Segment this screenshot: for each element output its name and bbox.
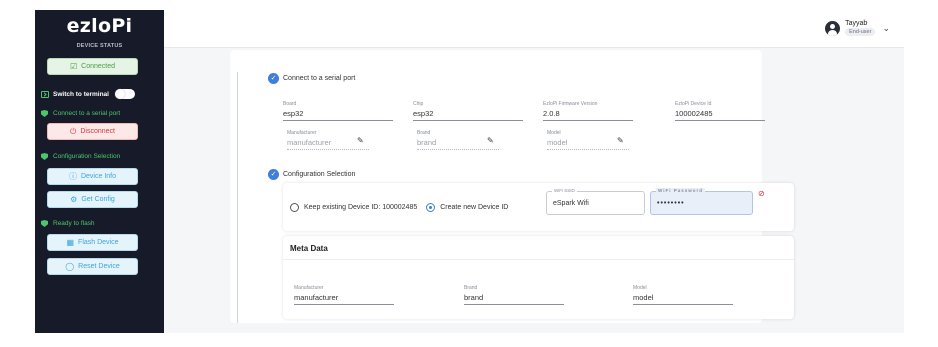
- manufacturer-field-label: Manufacturer: [287, 130, 317, 136]
- get-config-label: Get Config: [81, 196, 115, 203]
- device-status-heading: DEVICE STATUS: [76, 43, 123, 49]
- flash-device-button[interactable]: ▦ Flash Device: [47, 234, 138, 251]
- shield-check-icon: [41, 110, 48, 117]
- edit-pencil-icon[interactable]: ✎: [487, 136, 494, 145]
- device-info-label: Device Info: [80, 173, 117, 180]
- connected-status-button[interactable]: ☑ Connected: [47, 58, 138, 75]
- disconnect-label: Disconnect: [80, 128, 115, 135]
- sidebar: ezloPi DEVICE STATUS ☑ Connected Switch …: [35, 10, 164, 333]
- device-id-field: 100002485: [675, 109, 765, 121]
- switch-to-terminal-row: Switch to terminal: [41, 89, 135, 99]
- power-icon: ⏻: [70, 126, 77, 136]
- chip-field-label: Chip: [413, 101, 424, 107]
- terminal-icon: [41, 90, 49, 98]
- create-new-radio[interactable]: [426, 203, 436, 212]
- user-info: Tayyab End-user: [845, 20, 876, 36]
- board-field: esp32: [283, 109, 393, 121]
- shield-check-icon: [41, 220, 48, 227]
- wifi-ssid-value: eSpark Wifi: [553, 200, 589, 207]
- wifi-ssid-input[interactable]: WiFi SSID eSpark Wifi: [546, 188, 645, 215]
- step-connect-check-icon: ✓: [268, 73, 279, 84]
- top-bar: Tayyab End-user ⌄: [164, 10, 904, 48]
- step-connect-title: Connect to a serial port: [283, 75, 356, 82]
- gear-icon: ⚙: [70, 194, 78, 204]
- create-new-label: Create new Device ID: [440, 204, 509, 211]
- section-connect-serial: Connect to a serial port: [41, 110, 120, 117]
- chip-field: esp32: [413, 109, 523, 121]
- meta-data-divider: [283, 259, 794, 260]
- app-logo: ezloPi: [66, 15, 133, 37]
- connect-serial-label: Connect to a serial port: [53, 110, 121, 117]
- brand-field-label: Brand: [417, 130, 431, 136]
- keep-existing-radio[interactable]: [290, 203, 299, 212]
- edit-pencil-icon[interactable]: ✎: [357, 136, 364, 145]
- meta-data-card: [283, 236, 794, 319]
- user-name: Tayyab: [845, 20, 868, 27]
- check-circle-icon: ☑: [69, 61, 78, 71]
- firmware-field: 2.0.8: [543, 109, 633, 121]
- step-config-check-icon: ✓: [268, 169, 279, 180]
- shield-check-icon: [41, 153, 48, 160]
- wifi-password-value: ••••••••: [657, 200, 685, 207]
- switch-to-terminal-label: Switch to terminal: [53, 90, 109, 98]
- meta-manufacturer-label: Manufacturer: [294, 285, 324, 291]
- step-config-title: Configuration Selection: [283, 171, 356, 178]
- chevron-down-icon[interactable]: ⌄: [882, 23, 890, 34]
- keep-existing-label: Keep existing Device ID: 100002485: [304, 204, 418, 211]
- edit-pencil-icon[interactable]: ✎: [617, 136, 624, 145]
- wifi-password-input[interactable]: WiFi Password ••••••••: [650, 188, 753, 215]
- avatar: [825, 20, 841, 36]
- section-ready-flash: Ready to flash: [41, 220, 95, 227]
- wifi-ssid-label: WiFi SSID: [552, 188, 577, 193]
- info-icon: ⓘ: [68, 171, 77, 181]
- reset-device-button[interactable]: ◯ Reset Device: [47, 258, 138, 275]
- meta-data-title: Meta Data: [290, 244, 328, 253]
- reset-device-label: Reset Device: [78, 263, 120, 270]
- section-configuration: Configuration Selection: [41, 153, 120, 160]
- toggle-knob: [114, 89, 125, 99]
- stepper-connector-line: [237, 72, 238, 323]
- config-selection-label: Configuration Selection: [53, 153, 121, 160]
- wifi-password-label: WiFi Password: [656, 188, 705, 193]
- model-field-label: Model: [547, 130, 561, 136]
- meta-model-label: Model: [633, 285, 647, 291]
- meta-brand-input[interactable]: brand: [464, 293, 564, 305]
- eye-slash-icon[interactable]: ⊘: [758, 189, 765, 198]
- device-id-field-label: EzloPi Device Id: [675, 101, 712, 107]
- meta-model-input[interactable]: model: [633, 293, 733, 305]
- device-id-options: Keep existing Device ID: 100002485 Creat…: [255, 203, 508, 212]
- meta-manufacturer-input[interactable]: manufacturer: [294, 293, 394, 305]
- board-field-label: Board: [283, 101, 297, 107]
- user-role-badge: End-user: [845, 28, 876, 36]
- terminal-toggle[interactable]: [114, 89, 135, 99]
- flash-device-label: Flash Device: [78, 239, 119, 246]
- meta-brand-label: Brand: [464, 285, 478, 291]
- reset-icon: ◯: [65, 261, 75, 271]
- ready-flash-label: Ready to flash: [53, 220, 95, 227]
- get-config-button[interactable]: ⚙ Get Config: [47, 191, 138, 208]
- user-menu[interactable]: Tayyab End-user ⌄: [825, 20, 890, 36]
- device-info-button[interactable]: ⓘ Device Info: [47, 168, 138, 185]
- firmware-field-label: EzloPi Firmware Version: [543, 101, 598, 107]
- flash-file-icon: ▦: [66, 237, 75, 247]
- disconnect-button[interactable]: ⏻ Disconnect: [47, 123, 138, 140]
- connected-label: Connected: [81, 63, 116, 70]
